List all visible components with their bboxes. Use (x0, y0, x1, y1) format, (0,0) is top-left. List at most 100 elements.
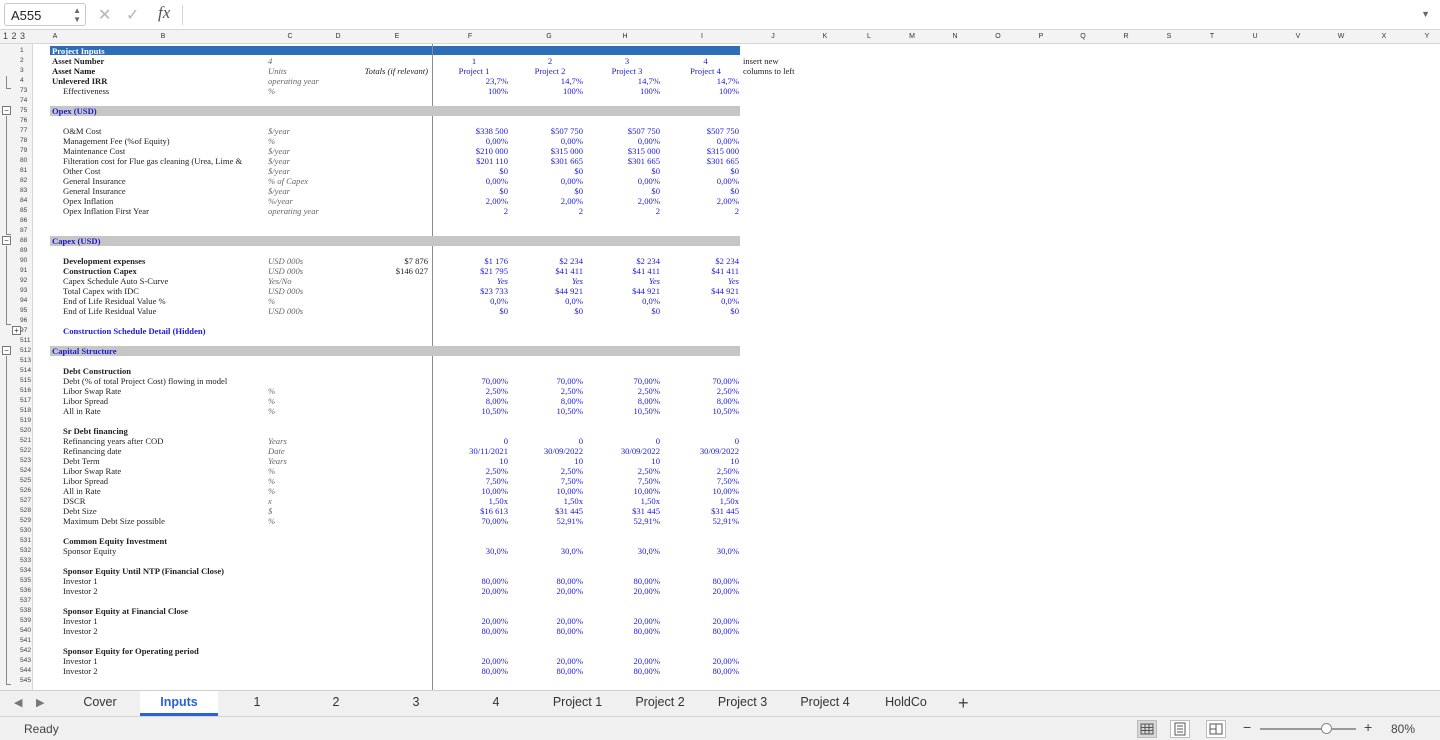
project-value-g[interactable]: 20,00% (517, 616, 584, 626)
project-value-f[interactable]: $21 795 (440, 266, 508, 276)
project-value-g[interactable]: 0,00% (517, 136, 583, 146)
project-value-h[interactable]: $44 921 (594, 286, 660, 296)
row-number[interactable]: 76 (20, 116, 48, 126)
project-value-i[interactable]: 2 (672, 206, 739, 216)
row-number[interactable]: 94 (20, 296, 48, 306)
project-value-h[interactable]: 2,50% (594, 386, 660, 396)
row-label[interactable]: Libor Spread (63, 396, 108, 406)
row-label[interactable]: Sponsor Equity at Financial Close (63, 606, 188, 616)
row-number[interactable]: 90 (20, 256, 48, 266)
project-value-f[interactable]: 1,50x (440, 496, 508, 506)
row-number[interactable]: 536 (20, 586, 48, 596)
row-number[interactable]: 4 (20, 76, 48, 86)
row-number[interactable]: 84 (20, 196, 48, 206)
unit-cell[interactable]: Date (268, 446, 285, 456)
row-number[interactable]: 522 (20, 446, 48, 456)
project-value-f[interactable]: 30,0% (440, 546, 508, 556)
project-value-f[interactable]: 0 (440, 436, 508, 446)
project-value-i[interactable]: $0 (672, 186, 739, 196)
project-value-h[interactable]: 2 (594, 206, 660, 216)
unit-cell[interactable]: %/year (268, 196, 293, 206)
row-number[interactable]: 85 (20, 206, 48, 216)
row-label[interactable]: Sr Debt financing (63, 426, 128, 436)
project-value-h[interactable]: 10,00% (594, 486, 661, 496)
project-value-i[interactable]: 100% (672, 86, 739, 96)
column-header-v[interactable]: V (1283, 30, 1313, 44)
unit-cell[interactable]: % (268, 86, 275, 96)
project-value-i[interactable]: 80,00% (672, 666, 740, 676)
project-value-f[interactable]: 80,00% (440, 666, 509, 676)
row-number[interactable]: 528 (20, 506, 48, 516)
project-value-h[interactable]: 10 (594, 456, 660, 466)
project-value-i[interactable]: Project 4 (672, 66, 739, 76)
project-value-f[interactable]: Yes (440, 276, 508, 286)
project-value-i[interactable]: 2,50% (672, 466, 739, 476)
row-label[interactable]: Construction Schedule Detail (Hidden) (63, 326, 206, 336)
sheet-tab-cover[interactable]: Cover (60, 691, 140, 716)
row-label[interactable]: All in Rate (63, 406, 101, 416)
project-value-f[interactable]: $0 (440, 306, 508, 316)
row-label[interactable]: End of Life Residual Value % (63, 296, 166, 306)
row-number[interactable]: 88 (20, 236, 48, 246)
row-label[interactable]: Filteration cost for Flue gas cleaning (… (63, 156, 242, 166)
row-label[interactable]: Opex Inflation (63, 196, 113, 206)
row-number[interactable]: 541 (20, 636, 48, 646)
project-value-i[interactable]: 2,00% (672, 196, 739, 206)
row-number[interactable]: 530 (20, 526, 48, 536)
unit-cell[interactable]: $/year (268, 146, 290, 156)
project-value-i[interactable]: 10 (672, 456, 739, 466)
project-value-f[interactable]: 7,50% (440, 476, 508, 486)
project-value-h[interactable]: $507 750 (594, 126, 660, 136)
project-value-i[interactable]: 0,00% (672, 136, 739, 146)
project-value-f[interactable]: 0,00% (440, 176, 508, 186)
row-label[interactable]: Sponsor Equity Until NTP (Financial Clos… (63, 566, 224, 576)
project-value-h[interactable]: 14,7% (594, 76, 660, 86)
project-value-h[interactable]: 30,0% (594, 546, 660, 556)
column-header-h[interactable]: H (610, 30, 640, 44)
row-label[interactable]: End of Life Residual Value (63, 306, 156, 316)
project-value-h[interactable]: 10,50% (594, 406, 661, 416)
project-value-i[interactable]: $2 234 (672, 256, 739, 266)
unit-cell[interactable]: % (268, 466, 275, 476)
project-value-i[interactable]: 0 (672, 436, 739, 446)
project-value-h[interactable]: 80,00% (594, 626, 661, 636)
project-value-f[interactable]: Project 1 (440, 66, 508, 76)
row-number[interactable]: 75 (20, 106, 48, 116)
project-value-f[interactable]: 80,00% (440, 576, 509, 586)
sheet-tab-project-2[interactable]: Project 2 (619, 691, 701, 716)
project-value-i[interactable]: 8,00% (672, 396, 739, 406)
project-value-h[interactable]: 20,00% (594, 616, 661, 626)
row-number[interactable]: 515 (20, 376, 48, 386)
row-number[interactable]: 97 (20, 326, 48, 336)
project-value-h[interactable]: 0,00% (594, 136, 660, 146)
project-value-i[interactable]: 80,00% (672, 626, 740, 636)
row-number[interactable]: 538 (20, 606, 48, 616)
row-label[interactable]: Libor Spread (63, 476, 108, 486)
column-header-c[interactable]: C (275, 30, 305, 44)
project-value-f[interactable]: 8,00% (440, 396, 508, 406)
row-label[interactable]: Maximum Debt Size possible (63, 516, 165, 526)
row-number[interactable]: 96 (20, 316, 48, 326)
row-number[interactable]: 513 (20, 356, 48, 366)
row-label[interactable]: Opex Inflation First Year (63, 206, 149, 216)
project-value-h[interactable]: 70,00% (594, 376, 661, 386)
project-value-h[interactable]: 20,00% (594, 586, 661, 596)
row-label[interactable]: Other Cost (63, 166, 100, 176)
project-value-h[interactable]: $0 (594, 166, 660, 176)
project-value-i[interactable]: 0,00% (672, 176, 739, 186)
project-value-i[interactable]: 30/09/2022 (672, 446, 739, 456)
project-value-i[interactable]: 10,50% (672, 406, 740, 416)
row-label[interactable]: Libor Swap Rate (63, 466, 121, 476)
row-number[interactable]: 521 (20, 436, 48, 446)
row-number[interactable]: 537 (20, 596, 48, 606)
column-header-r[interactable]: R (1111, 30, 1141, 44)
row-number[interactable]: 92 (20, 276, 48, 286)
sheet-tab-3[interactable]: 3 (376, 691, 456, 716)
project-value-i[interactable]: $507 750 (672, 126, 739, 136)
row-label[interactable]: DSCR (63, 496, 85, 506)
name-box-stepper-icon[interactable]: ▲ ▼ (73, 6, 81, 24)
project-value-f[interactable]: 0,00% (440, 136, 508, 146)
unit-cell[interactable]: operating year (268, 206, 319, 216)
row-number[interactable]: 539 (20, 616, 48, 626)
row-number[interactable]: 95 (20, 306, 48, 316)
